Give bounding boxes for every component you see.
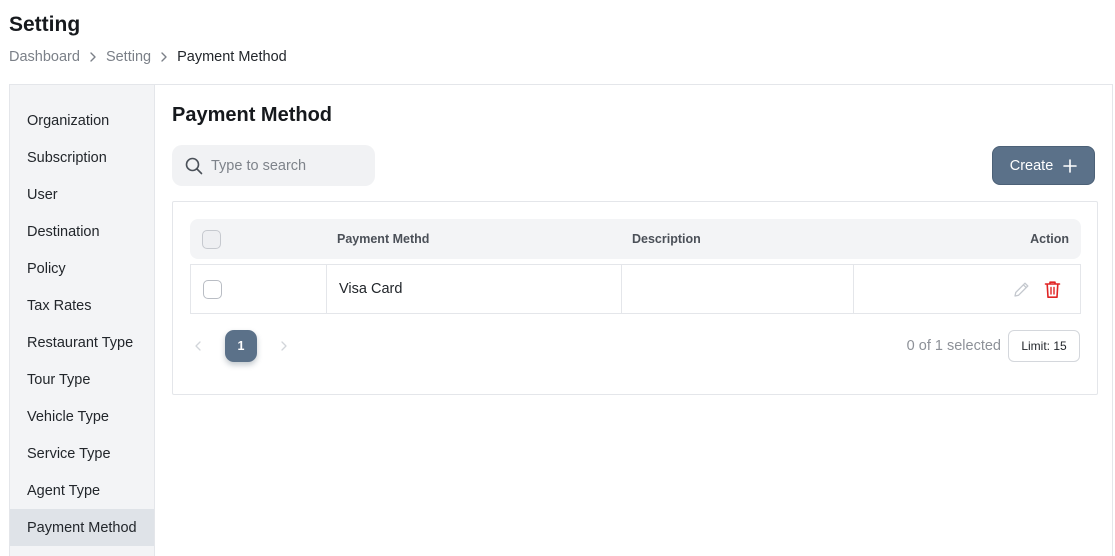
breadcrumb-dashboard[interactable]: Dashboard [9, 49, 80, 65]
column-header-payment-method[interactable]: Payment Methd [337, 219, 429, 259]
section-title: Payment Method [172, 104, 333, 126]
sidebar-item-vehicle-type[interactable]: Vehicle Type [10, 398, 154, 435]
sidebar-item-policy[interactable]: Policy [10, 250, 154, 287]
chevron-right-icon [89, 51, 97, 63]
chevron-right-icon[interactable] [276, 340, 292, 352]
pencil-icon[interactable] [1012, 280, 1031, 299]
sidebar-item-user[interactable]: User [10, 176, 154, 213]
create-button-label: Create [1009, 157, 1054, 174]
page-title: Setting [9, 13, 81, 36]
sidebar-item-agent-type[interactable]: Agent Type [10, 472, 154, 509]
column-header-action: Action [1030, 232, 1069, 246]
limit-selector[interactable]: Limit: 15 [1008, 330, 1080, 362]
sidebar-item-organization[interactable]: Organization [10, 102, 154, 139]
sidebar-item-tax-rates[interactable]: Tax Rates [10, 287, 154, 324]
trash-icon[interactable] [1044, 280, 1061, 299]
sidebar-item-payment-method[interactable]: Payment Method [10, 509, 154, 546]
main-content: Payment Method Create Payment Methd Desc… [172, 85, 1112, 556]
payment-method-table: Payment Methd Description Action Visa Ca… [172, 201, 1098, 395]
sidebar-item-destination[interactable]: Destination [10, 213, 154, 250]
search-box[interactable] [172, 145, 375, 186]
cell-payment-method: Visa Card [326, 265, 621, 313]
search-input[interactable] [211, 157, 361, 174]
sidebar-item-restaurant-type[interactable]: Restaurant Type [10, 324, 154, 361]
sidebar-item-tour-type[interactable]: Tour Type [10, 361, 154, 398]
cell-description [621, 265, 853, 313]
breadcrumb-setting[interactable]: Setting [106, 49, 151, 65]
column-header-description[interactable]: Description [632, 219, 701, 259]
row-checkbox[interactable] [203, 279, 222, 299]
table-header: Payment Methd Description Action [190, 219, 1081, 259]
table-row: Visa Card [190, 264, 1081, 314]
pagination: 1 [190, 330, 292, 362]
settings-sidebar: Organization Subscription User Destinati… [10, 85, 155, 556]
breadcrumb: Dashboard Setting Payment Method [9, 49, 287, 65]
settings-frame: Organization Subscription User Destinati… [9, 84, 1113, 556]
header-checkbox-cell [202, 219, 221, 259]
sidebar-item-service-type[interactable]: Service Type [10, 435, 154, 472]
sidebar-item-subscription[interactable]: Subscription [10, 139, 154, 176]
search-icon [185, 157, 203, 175]
chevron-right-icon [160, 51, 168, 63]
row-checkbox-cell [203, 265, 222, 313]
cell-actions [853, 265, 1080, 313]
plus-icon [1063, 158, 1078, 173]
create-button[interactable]: Create [992, 146, 1095, 185]
page-button-1[interactable]: 1 [225, 330, 257, 362]
select-all-checkbox[interactable] [202, 229, 221, 249]
chevron-left-icon[interactable] [190, 340, 206, 352]
selection-count: 0 of 1 selected [906, 338, 1001, 354]
breadcrumb-current: Payment Method [177, 49, 287, 65]
